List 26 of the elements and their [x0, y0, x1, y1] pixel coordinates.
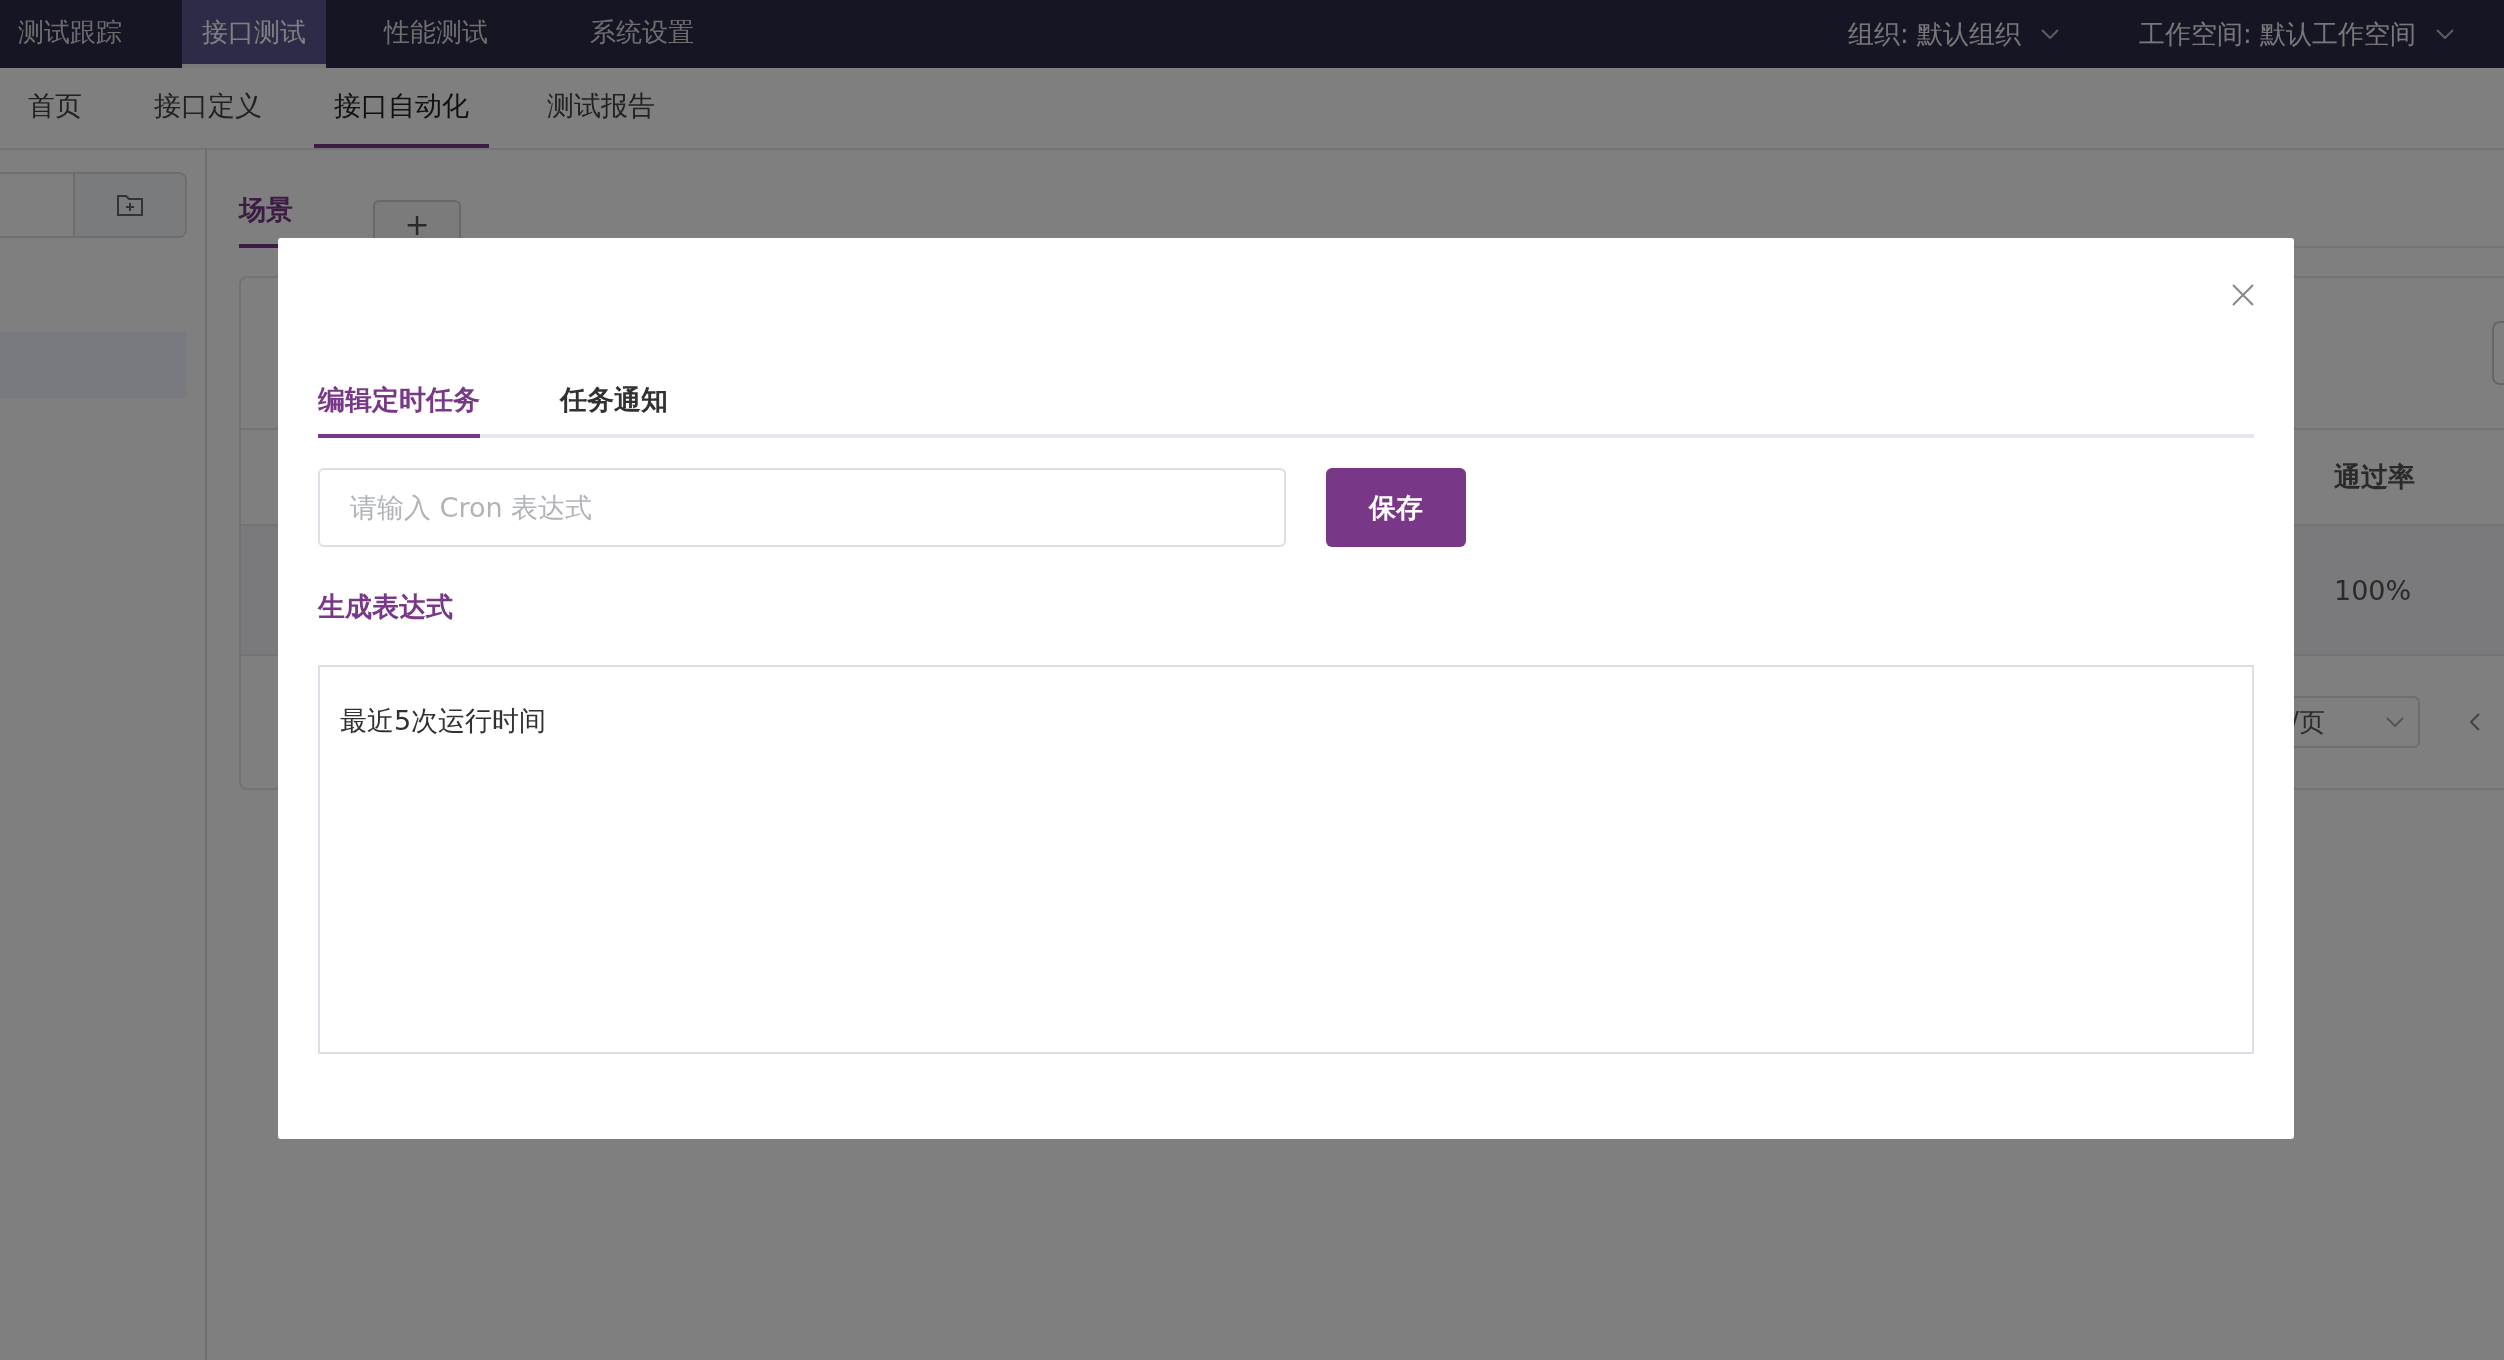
sub-nav-tab[interactable]: 测试报告 — [527, 68, 675, 148]
cron-input-field[interactable]: 请输入 Cron 表达式 — [318, 468, 1286, 547]
sub-nav-tab[interactable]: 接口定义 — [134, 68, 282, 148]
generate-expression-link[interactable]: 生成表达式 — [318, 589, 453, 625]
top-nav-tab[interactable]: 性能测试 — [364, 0, 508, 68]
organization-dropdown[interactable]: 组织: 默认组织 — [1847, 16, 2021, 52]
add-folder-button[interactable] — [73, 174, 185, 236]
dialog-tab[interactable]: 任务通知 — [560, 382, 668, 438]
save-button[interactable]: 保存 — [1326, 468, 1466, 547]
column-header: 通过率 — [2334, 460, 2416, 494]
sub-nav-tab[interactable]: 首页 — [8, 68, 102, 148]
top-nav-tab[interactable]: 测试跟踪 — [0, 0, 142, 68]
chevron-down-icon — [2436, 29, 2454, 39]
panel-title: 最近5次运行时间 — [340, 705, 547, 736]
table-cell-text: 100% — [2334, 574, 2413, 606]
top-nav-tab[interactable]: 接口测试 — [182, 0, 326, 68]
close-icon[interactable] — [2232, 284, 2254, 306]
dialog-tab[interactable]: 编辑定时任务 — [318, 382, 480, 438]
chevron-left-icon[interactable] — [2470, 713, 2480, 731]
sub-nav-tab[interactable]: 接口自动化 — [314, 68, 489, 148]
chevron-down-icon — [2386, 717, 2404, 727]
chevron-down-icon — [2040, 29, 2059, 39]
folder-plus-icon — [117, 194, 143, 216]
workspace-dropdown[interactable]: 工作空间: 默认工作空间 — [2138, 16, 2416, 52]
top-nav-tab[interactable]: 系统设置 — [570, 0, 714, 68]
search-field[interactable] — [0, 172, 187, 238]
